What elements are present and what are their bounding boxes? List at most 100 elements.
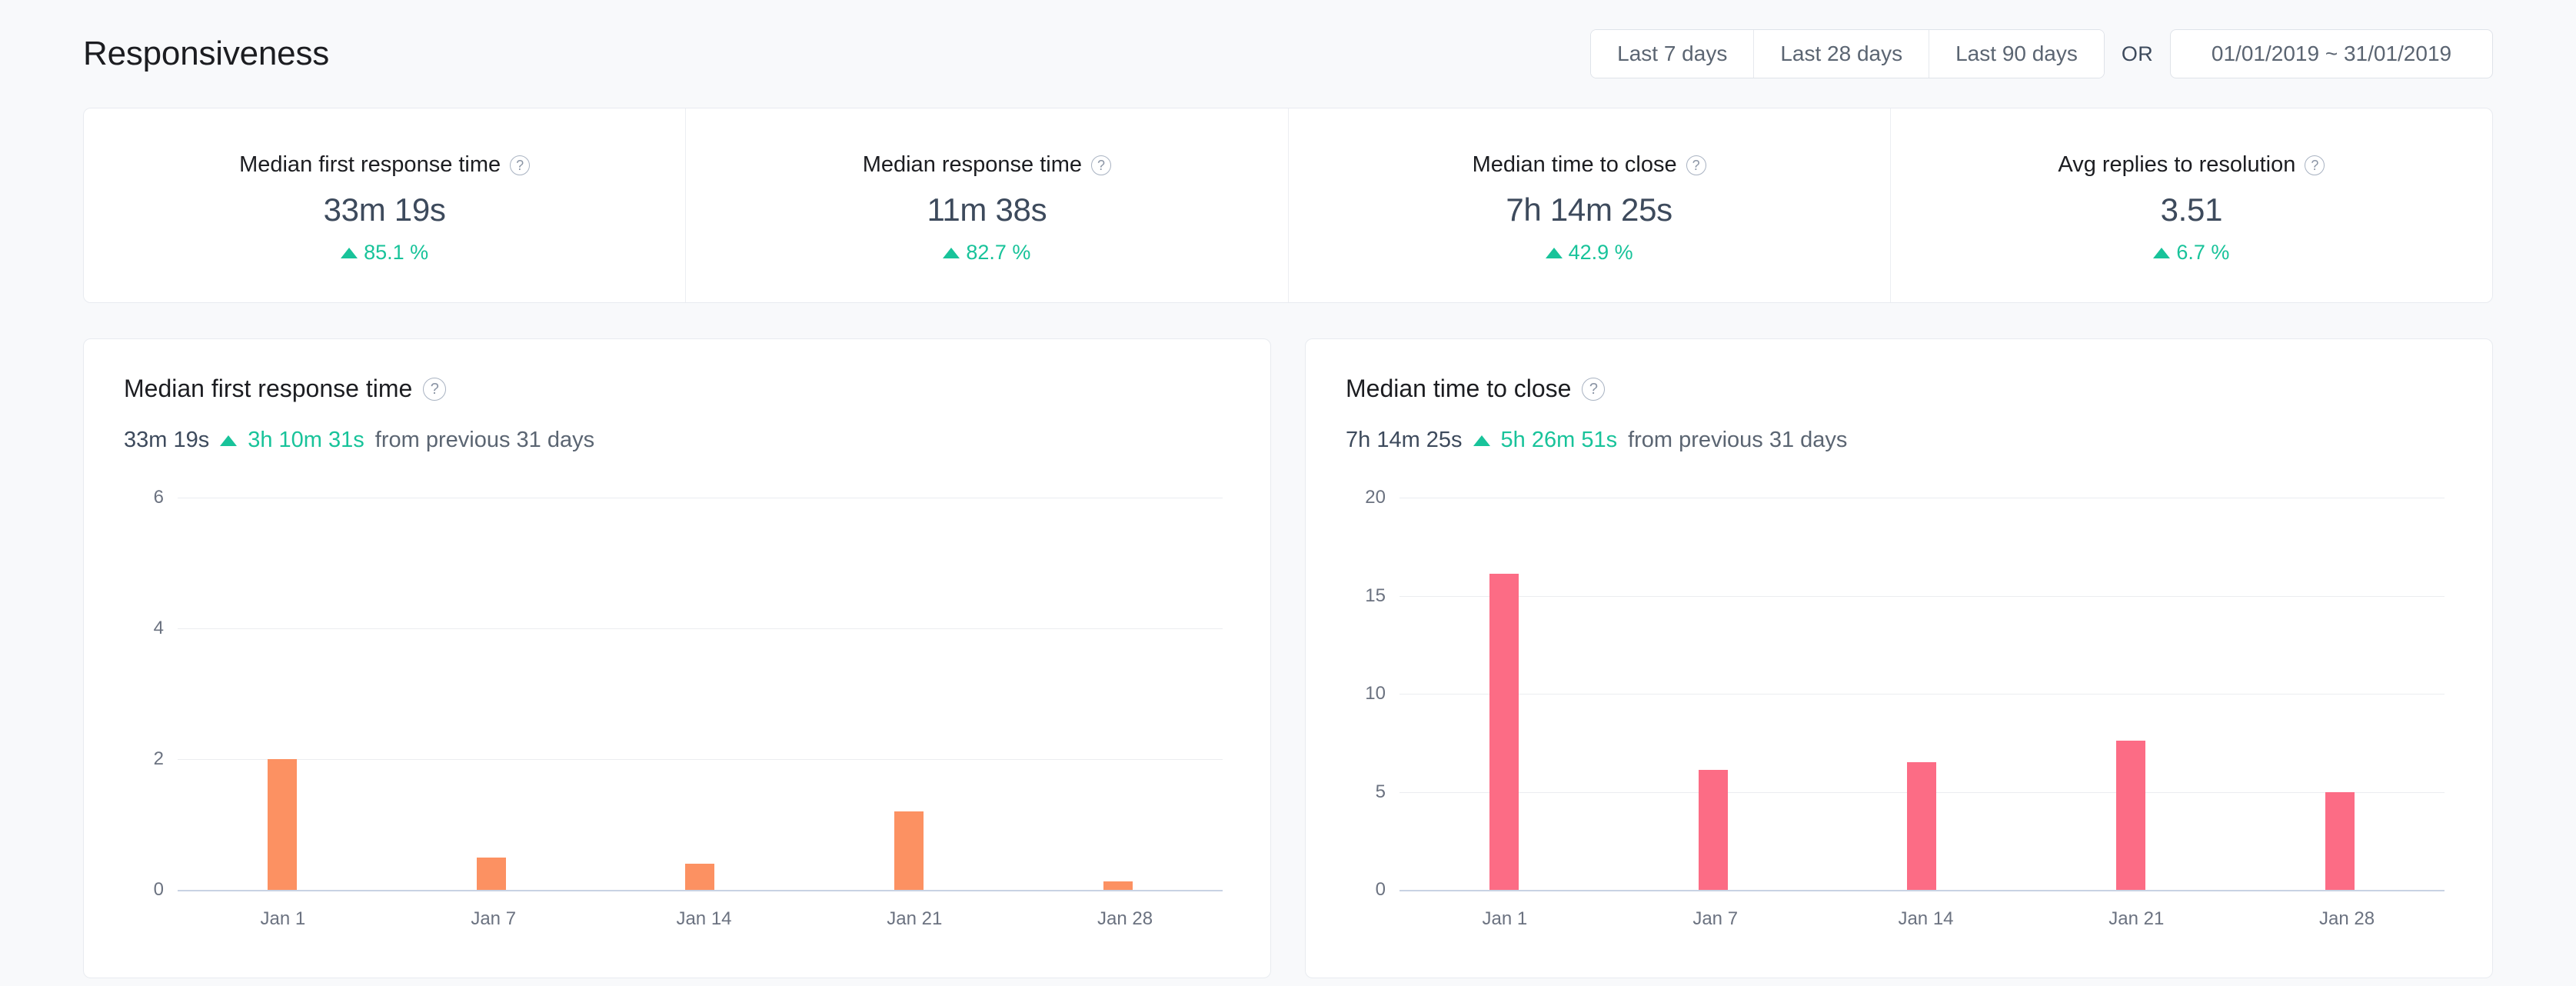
page-title: Responsiveness — [83, 35, 330, 72]
chart-title: Median time to close ? — [1346, 375, 2452, 403]
chart-summary-suffix: from previous 31 days — [374, 428, 595, 452]
bar-chart-first-response: 0 2 4 6 — [124, 487, 1223, 900]
bar-jan-14[interactable] — [685, 864, 715, 890]
bar-series — [1399, 498, 2445, 890]
chart-summary: 7h 14m 25s 5h 26m 51s from previous 31 d… — [1346, 428, 2452, 453]
kpi-label: Median first response time ? — [239, 152, 531, 178]
chart-title-text: Median first response time — [124, 375, 413, 402]
bar-slot — [387, 498, 596, 890]
trend-up-icon — [1473, 435, 1490, 446]
chart-summary-delta: 5h 26m 51s — [1500, 428, 1618, 452]
x-axis-tick-label: Jan 1 — [260, 908, 306, 929]
bar-jan-21[interactable] — [2116, 741, 2146, 890]
dashboard-header: Responsiveness Last 7 days Last 28 days … — [83, 0, 2493, 108]
bar-slot — [2235, 498, 2445, 890]
question-circle-icon[interactable]: ? — [2305, 155, 2325, 175]
axis-baseline — [178, 890, 1223, 891]
y-axis: 0 2 4 6 — [124, 487, 178, 900]
range-button-last-90-days[interactable]: Last 90 days — [1929, 30, 2104, 78]
kpi-delta-text: 6.7 % — [2176, 241, 2230, 264]
x-axis-tick-label: Jan 21 — [887, 908, 943, 929]
bar-chart-time-to-close: 0 5 10 15 20 — [1346, 487, 2445, 900]
trend-up-icon — [341, 247, 358, 258]
kpi-label: Avg replies to resolution ? — [2058, 152, 2325, 178]
x-axis-tick-label: Jan 21 — [2108, 908, 2165, 929]
x-axis-tick-label: Jan 14 — [1898, 908, 1954, 929]
date-range-input[interactable]: 01/01/2019 ~ 31/01/2019 — [2170, 29, 2493, 78]
or-separator-label: OR — [2121, 42, 2153, 65]
question-circle-icon[interactable]: ? — [423, 377, 447, 401]
charts-row: Median first response time ? 33m 19s 3h … — [83, 338, 2493, 978]
kpi-delta-text: 42.9 % — [1568, 241, 1633, 264]
question-circle-icon[interactable]: ? — [510, 155, 531, 175]
y-axis-tick-label: 10 — [1365, 683, 1386, 704]
kpi-label-text: Avg replies to resolution — [2058, 152, 2296, 177]
question-circle-icon[interactable]: ? — [1582, 377, 1606, 401]
kpi-delta: 82.7 % — [943, 241, 1030, 265]
x-axis-labels: Jan 1 Jan 7 Jan 14 Jan 21 Jan 28 — [178, 908, 1230, 930]
bar-jan-1[interactable] — [267, 759, 297, 890]
axis-baseline — [1399, 890, 2445, 891]
trend-up-icon — [1545, 247, 1563, 258]
chart-plot-area: 0 2 4 6 Jan 1 Jan 7 Jan 14 Jan 21 Jan 28 — [124, 487, 1230, 950]
bar-slot — [2026, 498, 2235, 890]
chart-summary-value: 7h 14m 25s — [1346, 428, 1463, 452]
kpi-card-median-time-to-close: Median time to close ? 7h 14m 25s 42.9 % — [1289, 108, 1891, 302]
kpi-label: Median time to close ? — [1473, 152, 1706, 178]
kpi-label-text: Median first response time — [239, 152, 501, 177]
kpi-card-median-response-time: Median response time ? 11m 38s 82.7 % — [686, 108, 1289, 302]
chart-card-median-time-to-close: Median time to close ? 7h 14m 25s 5h 26m… — [1305, 338, 2493, 978]
question-circle-icon[interactable]: ? — [1091, 155, 1112, 175]
chart-card-median-first-response-time: Median first response time ? 33m 19s 3h … — [83, 338, 1271, 978]
bar-series — [178, 498, 1223, 890]
kpi-label: Median response time ? — [862, 152, 1112, 178]
kpi-summary-row: Median first response time ? 33m 19s 85.… — [83, 108, 2493, 303]
x-axis-tick-label: Jan 14 — [676, 908, 732, 929]
chart-title-text: Median time to close — [1346, 375, 1572, 402]
kpi-delta: 85.1 % — [341, 241, 428, 265]
bar-slot — [178, 498, 387, 890]
range-button-last-7-days[interactable]: Last 7 days — [1591, 30, 1755, 78]
chart-summary-delta: 3h 10m 31s — [248, 428, 364, 452]
bar-jan-7[interactable] — [476, 857, 506, 890]
bar-jan-1[interactable] — [1489, 574, 1519, 890]
y-axis-tick-label: 20 — [1365, 487, 1386, 508]
x-axis-tick-label: Jan 28 — [1097, 908, 1153, 929]
date-range-controls: Last 7 days Last 28 days Last 90 days OR… — [1590, 29, 2493, 78]
kpi-label-text: Median time to close — [1472, 152, 1677, 177]
chart-summary-suffix: from previous 31 days — [1628, 428, 1848, 452]
kpi-delta-text: 82.7 % — [966, 241, 1031, 264]
chart-title: Median first response time ? — [124, 375, 1230, 403]
question-circle-icon[interactable]: ? — [1686, 155, 1706, 175]
y-axis-tick-label: 4 — [153, 618, 164, 638]
bar-jan-21[interactable] — [894, 811, 924, 890]
x-axis-tick-label: Jan 1 — [1482, 908, 1528, 929]
kpi-value: 3.51 — [2160, 192, 2223, 228]
x-axis-tick-label: Jan 7 — [1692, 908, 1739, 929]
kpi-label-text: Median response time — [862, 152, 1083, 177]
kpi-delta-text: 85.1 % — [364, 241, 429, 264]
bar-slot — [1609, 498, 1818, 890]
trend-up-icon — [943, 247, 960, 258]
y-axis-tick-label: 6 — [153, 487, 164, 508]
y-axis-tick-label: 2 — [153, 748, 164, 769]
chart-plot-area: 0 5 10 15 20 Jan 1 Jan 7 Jan 14 Jan 21 Jan 28 — [1346, 487, 2452, 950]
y-axis: 0 5 10 15 20 — [1346, 487, 1399, 900]
bar-jan-7[interactable] — [1698, 770, 1728, 890]
kpi-card-avg-replies-to-resolution: Avg replies to resolution ? 3.51 6.7 % — [1891, 108, 2492, 302]
y-axis-tick-label: 0 — [1375, 879, 1386, 900]
trend-up-icon — [220, 435, 238, 446]
kpi-value: 7h 14m 25s — [1506, 192, 1672, 228]
bar-jan-28[interactable] — [2325, 791, 2355, 890]
bar-jan-28[interactable] — [1103, 881, 1133, 890]
kpi-delta: 42.9 % — [1545, 241, 1633, 265]
x-axis-labels: Jan 1 Jan 7 Jan 14 Jan 21 Jan 28 — [1399, 908, 2452, 930]
bar-slot — [1399, 498, 1609, 890]
preset-range-button-group[interactable]: Last 7 days Last 28 days Last 90 days — [1590, 29, 2105, 78]
kpi-delta: 6.7 % — [2153, 241, 2229, 265]
x-axis-tick-label: Jan 7 — [471, 908, 517, 929]
range-button-last-28-days[interactable]: Last 28 days — [1754, 30, 1930, 78]
bar-slot — [1013, 498, 1223, 890]
chart-summary: 33m 19s 3h 10m 31s from previous 31 days — [124, 428, 1230, 453]
bar-jan-14[interactable] — [1907, 762, 1937, 890]
